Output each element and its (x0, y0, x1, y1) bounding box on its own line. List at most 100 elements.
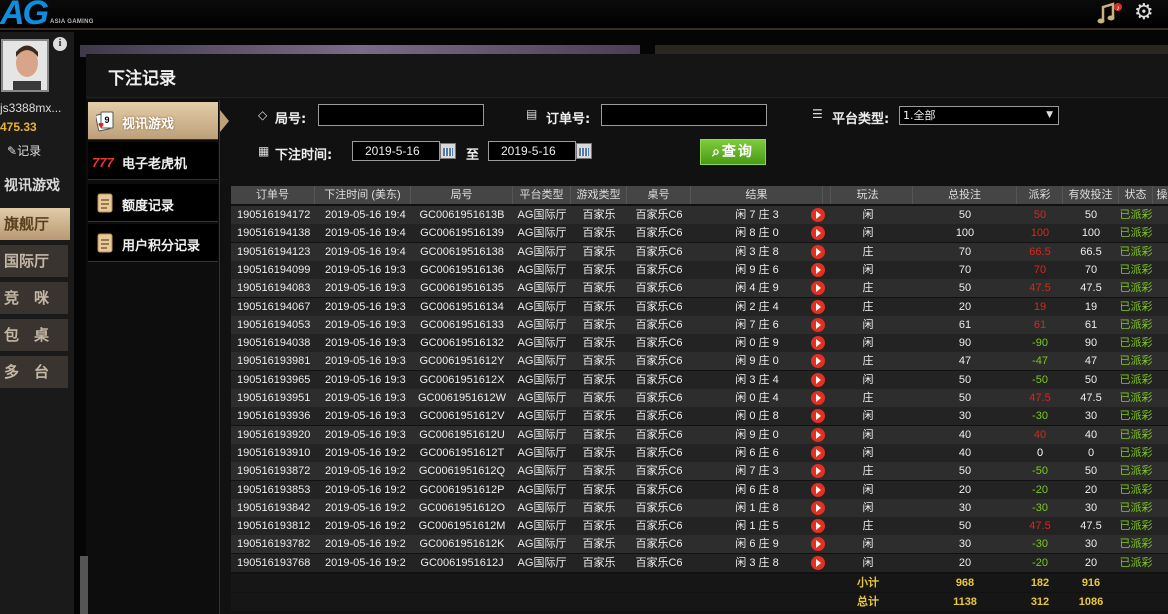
tab-points-records[interactable]: 用户积分记录 (88, 224, 218, 262)
nav-flagship-hall-label: 旗舰厅 (4, 215, 50, 233)
table-cell: 已派彩 (1119, 245, 1153, 258)
nav-private-table[interactable]: 包 桌 (0, 319, 68, 351)
table-cell: 40 (1033, 428, 1047, 441)
table-cell: AG国际厅 (517, 556, 567, 569)
table-cell: 闲 (862, 263, 874, 276)
query-button[interactable]: ⌕查询 (700, 139, 766, 165)
table-cell: GC0061951612V (419, 410, 505, 423)
table-cell: 百家乐 (582, 446, 616, 459)
info-icon[interactable]: i (53, 37, 67, 51)
nav-squeeze-label: 竞 咪 (4, 289, 50, 307)
replay-video-icon[interactable] (811, 391, 825, 405)
table-cell: 百家乐 (582, 318, 616, 331)
table-cell: 190516194053 (237, 318, 311, 331)
table-cell: 百家乐C6 (635, 392, 683, 404)
table-cell: 0 (1036, 446, 1044, 459)
table-cell: 2019-05-16 19:3 (325, 355, 406, 368)
replay-video-icon[interactable] (811, 317, 825, 332)
tab-slot-machines[interactable]: 777 电子老虎机 (88, 142, 218, 180)
nav-international-hall[interactable]: 国际厅 (0, 245, 68, 277)
replay-video-icon[interactable] (811, 500, 825, 515)
table-cell: 百家乐C6 (635, 520, 683, 533)
gear-icon[interactable]: ⚙ (1134, 1, 1154, 25)
table-cell: 190516193842 (237, 501, 311, 514)
table-row: 190516193768 2019-05-16 19:2 GC0061951612J… (231, 553, 1168, 572)
avatar-portrait-icon (3, 41, 47, 90)
column-header: 下注时间 (美东) (315, 186, 411, 204)
table-cell: 百家乐C6 (635, 245, 683, 258)
top-bar: AG ASIA GAMING ♪ ⚙ (0, 0, 1168, 32)
table-row: 190516193782 2019-05-16 19:2 GC0061951612K… (231, 535, 1168, 554)
nav-video-games[interactable]: 视讯游戏 (0, 170, 68, 202)
table-cell: 庄 (862, 300, 874, 313)
table-cell: 已派彩 (1119, 392, 1153, 404)
nav-squeeze[interactable]: 竞 咪 (0, 282, 68, 314)
table-cell: 190516193981 (237, 355, 311, 368)
table-cell: 20 (958, 556, 972, 569)
table-cell: 闲 (862, 538, 874, 551)
replay-video-icon[interactable] (811, 445, 825, 460)
table-cell: 70 (1084, 263, 1098, 276)
subtotal-payout: 182 (1030, 577, 1050, 589)
table-cell: 2019-05-16 19:3 (325, 263, 406, 276)
table-cell: -30 (1032, 410, 1048, 423)
table-row: 190516193920 2019-05-16 19:3 GC0061951612U… (231, 425, 1168, 444)
replay-video-icon[interactable] (811, 299, 825, 314)
table-cell: GC0061951612Q (418, 465, 506, 478)
replay-video-icon[interactable] (811, 427, 825, 442)
table-cell: 庄 (862, 245, 874, 258)
music-icon[interactable]: ♪ (1097, 1, 1123, 25)
table-cell: -30 (1032, 538, 1048, 551)
bet-record-modal: 下注记录 9 ♥ 视讯游戏 777 电子老虎机 额度记录 用户积分记录 ◇ 局号… (86, 54, 1168, 614)
replay-video-icon[interactable] (811, 372, 825, 387)
tab-video-games-label: 视讯游戏 (122, 117, 175, 132)
table-cell: AG国际厅 (517, 410, 567, 423)
table-cell: 190516193872 (237, 465, 311, 478)
table-cell: 闲 3 庄 4 (735, 373, 779, 386)
table-cell: AG国际厅 (517, 392, 567, 404)
table-cell: 190516193768 (237, 556, 311, 569)
active-tab-arrow (220, 110, 229, 132)
date-picker-icon[interactable] (440, 143, 456, 159)
table-cell: 庄 (862, 520, 874, 533)
date-to-input[interactable]: 2019-5-16 (488, 141, 576, 161)
replay-video-icon[interactable] (811, 208, 825, 222)
table-cell: 闲 9 庄 6 (735, 263, 779, 276)
table-cell: -50 (1032, 465, 1048, 478)
replay-video-icon[interactable] (811, 555, 825, 570)
table-cell: AG国际厅 (517, 428, 567, 441)
column-header: 桌号 (627, 186, 691, 204)
table-cell: 2019-05-16 19:3 (325, 318, 406, 331)
nav-flagship-hall[interactable]: 旗舰厅 (0, 208, 70, 240)
replay-video-icon[interactable] (811, 482, 825, 497)
date-from-input[interactable]: 2019-5-16 (352, 141, 440, 161)
tab-credit-records[interactable]: 额度记录 (88, 184, 218, 222)
replay-video-icon[interactable] (811, 262, 825, 277)
modal-title: 下注记录 (108, 69, 176, 89)
cards-icon: 9 ♥ (96, 111, 114, 132)
order-number-input[interactable] (601, 104, 767, 126)
record-link[interactable]: ✎记录 (7, 142, 41, 159)
platform-select[interactable]: 1.全部 ▼ (899, 106, 1059, 125)
table-cell: 百家乐 (582, 465, 616, 478)
replay-video-icon[interactable] (811, 336, 825, 351)
table-cell: 百家乐C6 (635, 373, 683, 386)
background-panel (80, 556, 88, 614)
replay-video-icon[interactable] (811, 519, 825, 534)
table-cell: 百家乐 (582, 556, 616, 569)
table-cell: AG国际厅 (517, 245, 567, 258)
table-cell: 百家乐 (582, 410, 616, 423)
table-row: 190516194172 2019-05-16 19:4 GC0061951613B… (231, 206, 1168, 224)
column-header: 玩法 (823, 186, 913, 204)
table-cell: 百家乐 (582, 337, 616, 350)
table-cell: 2019-05-16 19:3 (325, 337, 406, 350)
nav-multi-table[interactable]: 多 台 (0, 356, 68, 388)
replay-video-icon[interactable] (811, 244, 825, 259)
table-cell: AG国际厅 (517, 520, 567, 533)
tab-video-games[interactable]: 9 ♥ 视讯游戏 (88, 102, 229, 140)
table-cell: 闲 3 庄 8 (735, 245, 779, 258)
avatar[interactable] (1, 39, 49, 92)
table-cell: AG国际厅 (517, 318, 567, 331)
round-input[interactable] (318, 104, 484, 126)
date-picker-icon[interactable] (576, 143, 592, 159)
